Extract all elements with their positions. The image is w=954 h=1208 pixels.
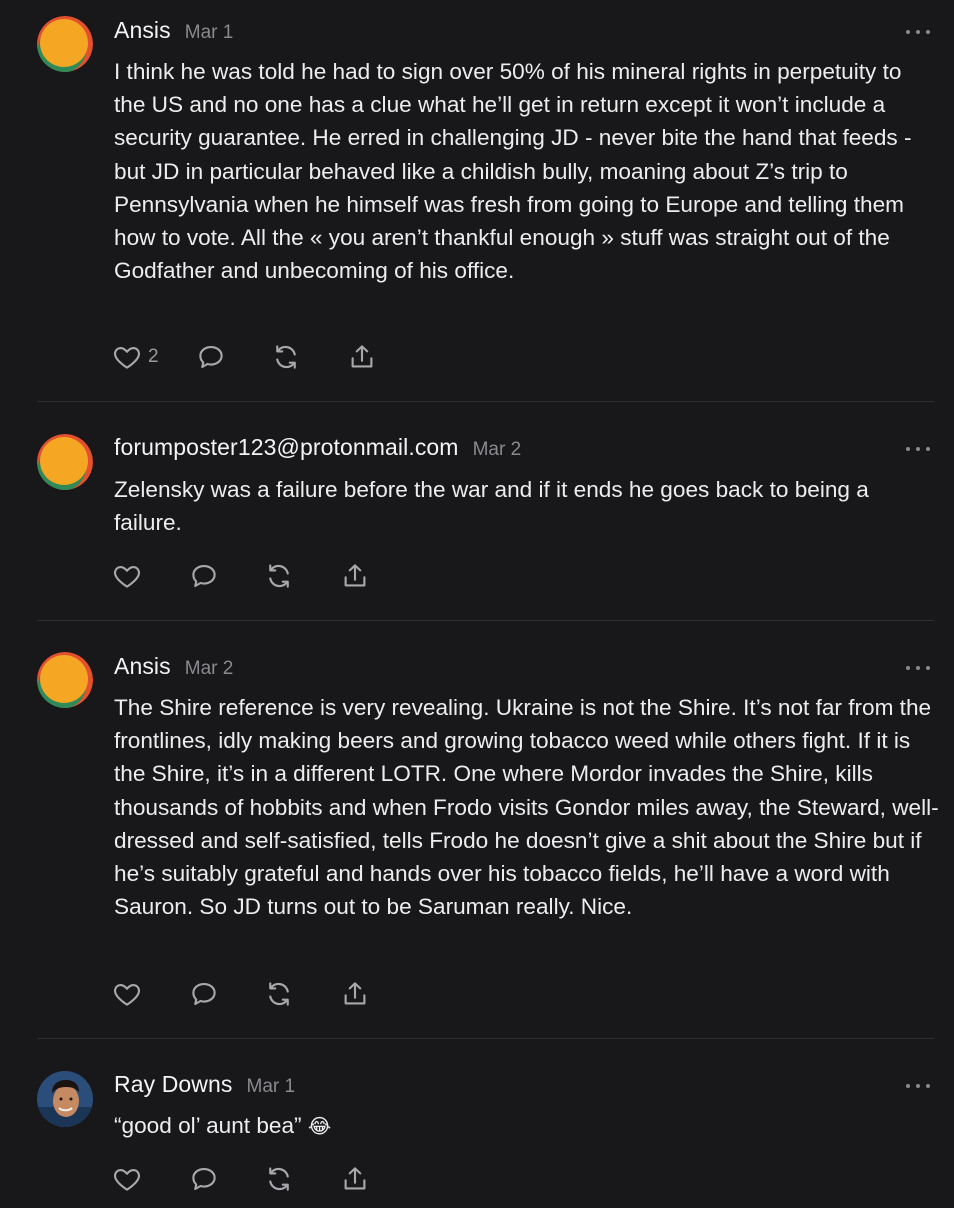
avatar-logo-icon xyxy=(37,652,93,708)
heart-icon xyxy=(114,1168,140,1191)
avatar-photo-icon xyxy=(37,1071,93,1127)
comment-bubble-icon xyxy=(192,564,216,588)
comment-header: Ansis Mar 1 xyxy=(114,17,233,47)
heart-icon xyxy=(114,565,140,588)
restack-icon xyxy=(269,564,289,588)
restack-icon xyxy=(275,345,296,369)
share-button[interactable] xyxy=(340,561,370,591)
reply-button[interactable] xyxy=(188,561,220,591)
comment-bubble-icon xyxy=(198,345,223,369)
heart-icon xyxy=(114,346,140,369)
comment-date[interactable]: Mar 1 xyxy=(247,1076,296,1098)
author-name[interactable]: forumposter123@protonmail.com xyxy=(114,434,459,461)
comment-date[interactable]: Mar 2 xyxy=(185,658,234,680)
like-button[interactable] xyxy=(112,1164,142,1194)
avatar[interactable] xyxy=(37,16,93,72)
comment-body: The Shire reference is very revealing. U… xyxy=(114,695,939,920)
comment-actions xyxy=(112,977,370,1011)
restack-button[interactable] xyxy=(264,561,294,591)
comment-header: Ray Downs Mar 1 xyxy=(114,1071,295,1101)
more-dots-icon[interactable] xyxy=(906,27,930,37)
restack-icon xyxy=(269,1167,289,1191)
like-button[interactable]: 2 xyxy=(112,342,159,372)
author-name[interactable]: Ansis xyxy=(114,17,171,44)
comment-bubble-icon xyxy=(192,982,216,1006)
reply-button[interactable] xyxy=(188,1164,220,1194)
reply-button[interactable] xyxy=(195,342,227,372)
share-icon xyxy=(351,345,373,368)
divider xyxy=(37,401,934,402)
comment-text: “good ol’ aunt bea” xyxy=(114,1113,302,1138)
restack-button[interactable] xyxy=(264,979,294,1009)
more-dots-icon[interactable] xyxy=(906,663,930,673)
more-dots-icon[interactable] xyxy=(906,444,930,454)
avatar[interactable] xyxy=(37,1071,93,1127)
like-button[interactable] xyxy=(112,979,142,1009)
share-icon xyxy=(344,982,366,1005)
restack-button[interactable] xyxy=(271,342,301,372)
comment-actions xyxy=(112,559,370,593)
author-name[interactable]: Ansis xyxy=(114,653,171,680)
avatar-logo-icon xyxy=(37,16,93,72)
comment-body: I think he was told he had to sign over … xyxy=(114,59,912,284)
avatar-logo-icon xyxy=(37,434,93,490)
comment-body: Zelensky was a failure before the war an… xyxy=(114,477,869,536)
comment-bubble-icon xyxy=(192,1167,216,1191)
like-button[interactable] xyxy=(112,561,142,591)
comment-actions xyxy=(112,1162,370,1196)
author-name[interactable]: Ray Downs xyxy=(114,1071,233,1098)
divider xyxy=(37,1038,934,1039)
comment-date[interactable]: Mar 2 xyxy=(473,439,522,461)
like-count: 2 xyxy=(148,346,159,367)
comment-actions: 2 xyxy=(112,340,377,374)
laughing-emoji-icon: 😂 xyxy=(307,1114,332,1138)
divider xyxy=(37,620,934,621)
comment-date[interactable]: Mar 1 xyxy=(185,22,234,44)
avatar[interactable] xyxy=(37,434,93,490)
comment-header: Ansis Mar 2 xyxy=(114,653,233,683)
share-button[interactable] xyxy=(340,979,370,1009)
comment-body: “good ol’ aunt bea” 😂 xyxy=(114,1109,939,1143)
reply-button[interactable] xyxy=(188,979,220,1009)
heart-icon xyxy=(114,983,140,1006)
more-dots-icon[interactable] xyxy=(906,1081,930,1091)
share-button[interactable] xyxy=(347,342,377,372)
restack-icon xyxy=(269,982,289,1006)
comment-header: forumposter123@protonmail.com Mar 2 xyxy=(114,434,521,464)
avatar[interactable] xyxy=(37,652,93,708)
share-button[interactable] xyxy=(340,1164,370,1194)
share-icon xyxy=(344,1167,366,1190)
restack-button[interactable] xyxy=(264,1164,294,1194)
share-icon xyxy=(344,564,366,587)
